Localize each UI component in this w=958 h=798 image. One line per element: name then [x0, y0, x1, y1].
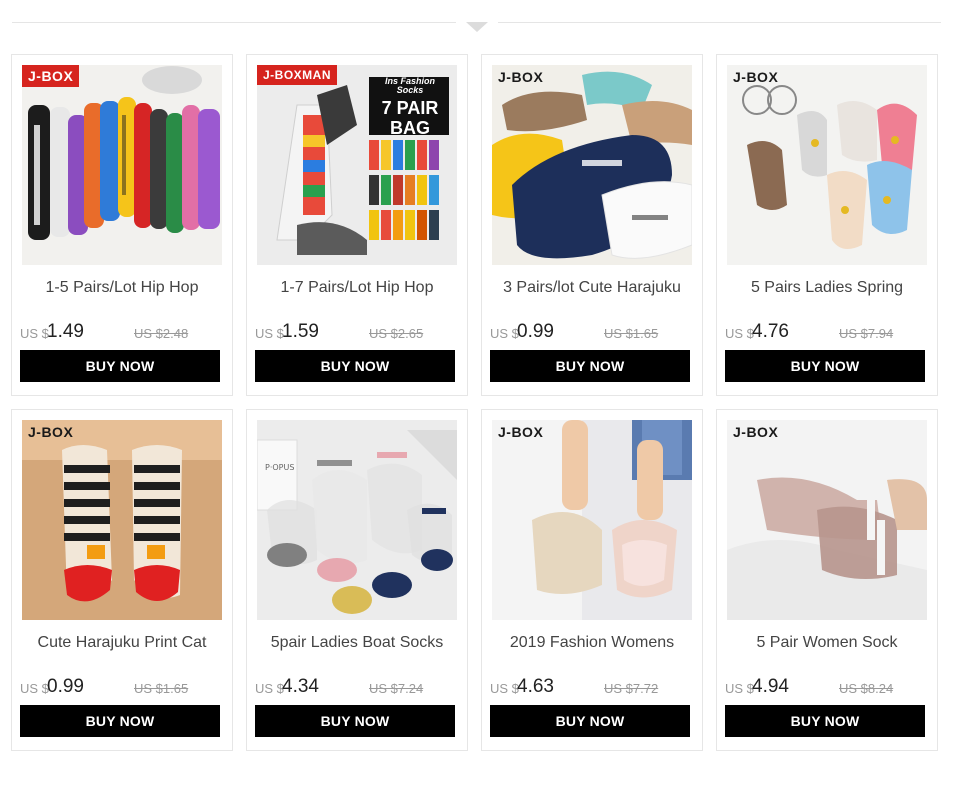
buy-now-button[interactable]: BUY NOW — [20, 705, 220, 737]
product-image[interactable]: J-BOX — [492, 420, 692, 620]
product-card[interactable]: J-BOX 1-5 Pairs/Lot Hip Hop US $ 1.49 US… — [11, 54, 233, 396]
original-price: US $7.94 — [839, 326, 894, 341]
original-price: US $1.65 — [134, 681, 189, 696]
product-image[interactable]: J-BOX — [727, 65, 927, 265]
price-row: US $ 0.99 US $1.65 — [20, 674, 226, 698]
currency-label: US $ — [255, 681, 284, 696]
promo-line-2: 7 PAIR — [381, 98, 439, 118]
currency-label: US $ — [490, 326, 519, 341]
original-price: US $8.24 — [839, 681, 894, 696]
product-card[interactable]: J-BOX 5 Pairs Ladies Spring US $ 4.76 US… — [716, 54, 938, 396]
product-title[interactable]: Cute Harajuku Print Cat — [12, 634, 232, 652]
price-row: US $ 1.49 US $2.48 — [20, 319, 226, 343]
sale-price: 4.34 — [282, 676, 319, 697]
product-card[interactable]: J-BOX 2019 Fashion Womens US $ 4.63 US $… — [481, 409, 703, 751]
price-row: US $ 4.63 US $7.72 — [490, 674, 696, 698]
product-image[interactable]: J-BOX — [22, 65, 222, 265]
brand-logo: J-BOX — [733, 424, 779, 440]
buy-now-button[interactable]: BUY NOW — [490, 350, 690, 382]
original-price: US $2.48 — [134, 326, 189, 341]
product-card[interactable]: J-BOX 5 Pair Women Sock US $ 4.94 US $8.… — [716, 409, 938, 751]
sale-price: 4.76 — [752, 321, 789, 342]
price-row: US $ 4.94 US $8.24 — [725, 674, 931, 698]
currency-label: US $ — [20, 326, 49, 341]
brand-logo: J-BOX — [733, 69, 779, 85]
original-price: US $2.65 — [369, 326, 424, 341]
product-image[interactable]: P·OPUS — [257, 420, 457, 620]
product-title[interactable]: 1-7 Pairs/Lot Hip Hop — [247, 279, 467, 297]
buy-now-button[interactable]: BUY NOW — [725, 705, 925, 737]
chevron-down-icon — [466, 22, 488, 32]
price-row: US $ 4.34 US $7.24 — [255, 674, 461, 698]
sale-price: 4.94 — [752, 676, 789, 697]
sale-price: 4.63 — [517, 676, 554, 697]
brand-logo: J-BOX — [22, 65, 80, 87]
buy-now-button[interactable]: BUY NOW — [255, 705, 455, 737]
product-title[interactable]: 5 Pairs Ladies Spring — [717, 279, 937, 297]
promo-line-3: BAG — [390, 118, 430, 138]
product-tag-text: P·OPUS — [265, 463, 294, 472]
buy-now-button[interactable]: BUY NOW — [725, 350, 925, 382]
product-grid: J-BOX 1-5 Pairs/Lot Hip Hop US $ 1.49 US… — [11, 54, 941, 754]
price-row: US $ 0.99 US $1.65 — [490, 319, 696, 343]
sale-price: 0.99 — [517, 321, 554, 342]
currency-label: US $ — [20, 681, 49, 696]
product-title[interactable]: 3 Pairs/lot Cute Harajuku — [482, 279, 702, 297]
sale-price: 1.59 — [282, 321, 319, 342]
product-title[interactable]: 5 Pair Women Sock — [717, 634, 937, 652]
product-title[interactable]: 1-5 Pairs/Lot Hip Hop — [12, 279, 232, 297]
original-price: US $7.72 — [604, 681, 659, 696]
product-card[interactable]: P·OPUS 5pair Ladies Boat Socks US $ 4.34… — [246, 409, 468, 751]
sale-price: 1.49 — [47, 321, 84, 342]
currency-label: US $ — [255, 326, 284, 341]
original-price: US $1.65 — [604, 326, 659, 341]
product-image[interactable]: J-BOXMAN Ins Fashion Socks 7 PAIR BAG — [257, 65, 457, 265]
brand-logo: J-BOXMAN — [257, 65, 338, 85]
price-row: US $ 1.59 US $2.65 — [255, 319, 461, 343]
product-title[interactable]: 2019 Fashion Womens — [482, 634, 702, 652]
promo-badge: Ins Fashion Socks 7 PAIR BAG — [371, 76, 449, 138]
product-image[interactable]: J-BOX — [492, 65, 692, 265]
brand-logo: J-BOX — [28, 424, 74, 440]
promo-line-1: Ins Fashion Socks — [384, 76, 435, 95]
sale-price: 0.99 — [47, 676, 84, 697]
price-row: US $ 4.76 US $7.94 — [725, 319, 931, 343]
currency-label: US $ — [725, 681, 754, 696]
buy-now-button[interactable]: BUY NOW — [20, 350, 220, 382]
product-card[interactable]: J-BOX Cute Harajuku Print Cat US $ 0.99 … — [11, 409, 233, 751]
brand-logo: J-BOX — [498, 424, 544, 440]
brand-logo: J-BOX — [498, 69, 544, 85]
currency-label: US $ — [725, 326, 754, 341]
buy-now-button[interactable]: BUY NOW — [490, 705, 690, 737]
product-title[interactable]: 5pair Ladies Boat Socks — [247, 634, 467, 652]
product-card[interactable]: J-BOX 3 Pairs/lot Cute Harajuku US $ 0.9… — [481, 54, 703, 396]
product-image[interactable]: J-BOX — [22, 420, 222, 620]
currency-label: US $ — [490, 681, 519, 696]
product-image[interactable]: J-BOX — [727, 420, 927, 620]
product-card[interactable]: J-BOXMAN Ins Fashion Socks 7 PAIR BAG 1-… — [246, 54, 468, 396]
divider-line-right — [498, 22, 941, 23]
original-price: US $7.24 — [369, 681, 424, 696]
divider-line-left — [12, 22, 456, 23]
buy-now-button[interactable]: BUY NOW — [255, 350, 455, 382]
